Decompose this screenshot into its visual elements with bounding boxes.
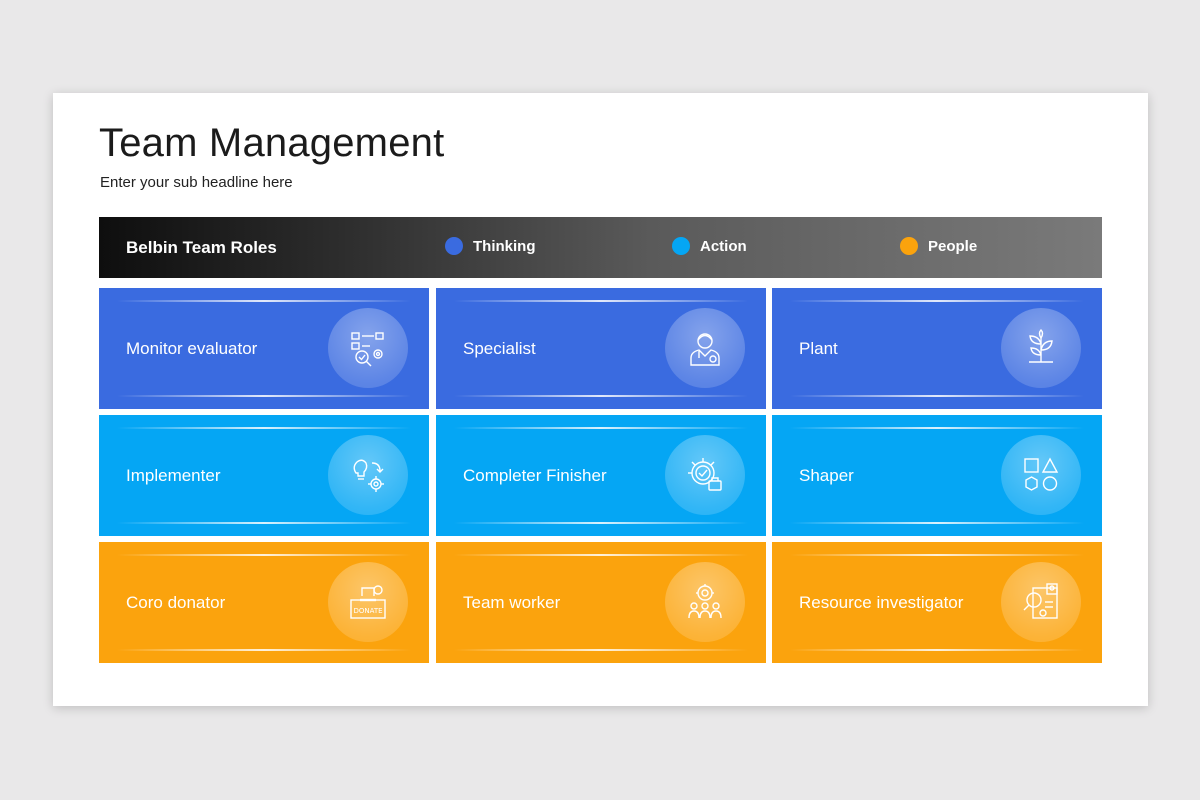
role-icon-circle [1001, 435, 1081, 515]
checklist-magnifier-icon [351, 332, 384, 367]
role-label: Completer Finisher [463, 466, 607, 485]
role-card-completer-finisher: Completer Finisher [436, 415, 766, 536]
role-label: Plant [799, 339, 838, 358]
legend-label: Thinking [473, 237, 536, 255]
role-label: Coro donator [126, 593, 226, 612]
page-title: Team Management [99, 121, 445, 165]
role-label: Implementer [126, 466, 221, 485]
role-icon-circle [328, 308, 408, 388]
legend-item-action: Action [672, 237, 747, 255]
role-card-shaper: Shaper [772, 415, 1102, 536]
doctor-icon [690, 333, 720, 366]
legend-label: Action [700, 237, 747, 255]
role-card-coro-donator: Coro donator DONATE [99, 542, 429, 663]
role-label: Team worker [463, 593, 561, 612]
role-icon-circle [665, 308, 745, 388]
role-label: Resource investigator [799, 593, 964, 612]
role-icon-circle: DONATE [328, 562, 408, 642]
role-card-specialist: Specialist [436, 288, 766, 409]
gear-check-icon [688, 458, 722, 491]
legend-item-thinking: Thinking [445, 237, 536, 255]
legend-item-people: People [900, 237, 977, 255]
header-title: Belbin Team Roles [126, 238, 277, 257]
svg-text:DONATE: DONATE [353, 607, 382, 615]
idea-gear-icon [353, 459, 384, 492]
donate-box-icon: DONATE [350, 585, 386, 619]
plant-icon [1029, 329, 1053, 363]
role-icon-circle [665, 562, 745, 642]
team-gear-icon [688, 584, 722, 619]
legend-dot-icon [900, 237, 918, 255]
role-icon-circle [665, 435, 745, 515]
role-label: Specialist [463, 339, 536, 358]
shapes-icon [1024, 457, 1059, 491]
role-icon-circle [1001, 562, 1081, 642]
slide: Team Management Enter your sub headline … [53, 93, 1148, 706]
roles-header-bar: Belbin Team Roles Thinking Action People [99, 217, 1102, 278]
legend-dot-icon [445, 237, 463, 255]
role-card-team-worker: Team worker [436, 542, 766, 663]
legend-dot-icon [672, 237, 690, 255]
resource-search-icon [1023, 583, 1058, 619]
role-card-plant: Plant [772, 288, 1102, 409]
role-label: Shaper [799, 466, 854, 485]
role-label: Monitor evaluator [126, 339, 258, 358]
page-subtitle: Enter your sub headline here [100, 174, 293, 191]
role-card-resource-investigator: Resource investigator [772, 542, 1102, 663]
legend-label: People [928, 237, 978, 255]
role-card-monitor-evaluator: Monitor evaluator [99, 288, 429, 409]
role-icon-circle [1001, 308, 1081, 388]
role-icon-circle [328, 435, 408, 515]
role-card-implementer: Implementer [99, 415, 429, 536]
